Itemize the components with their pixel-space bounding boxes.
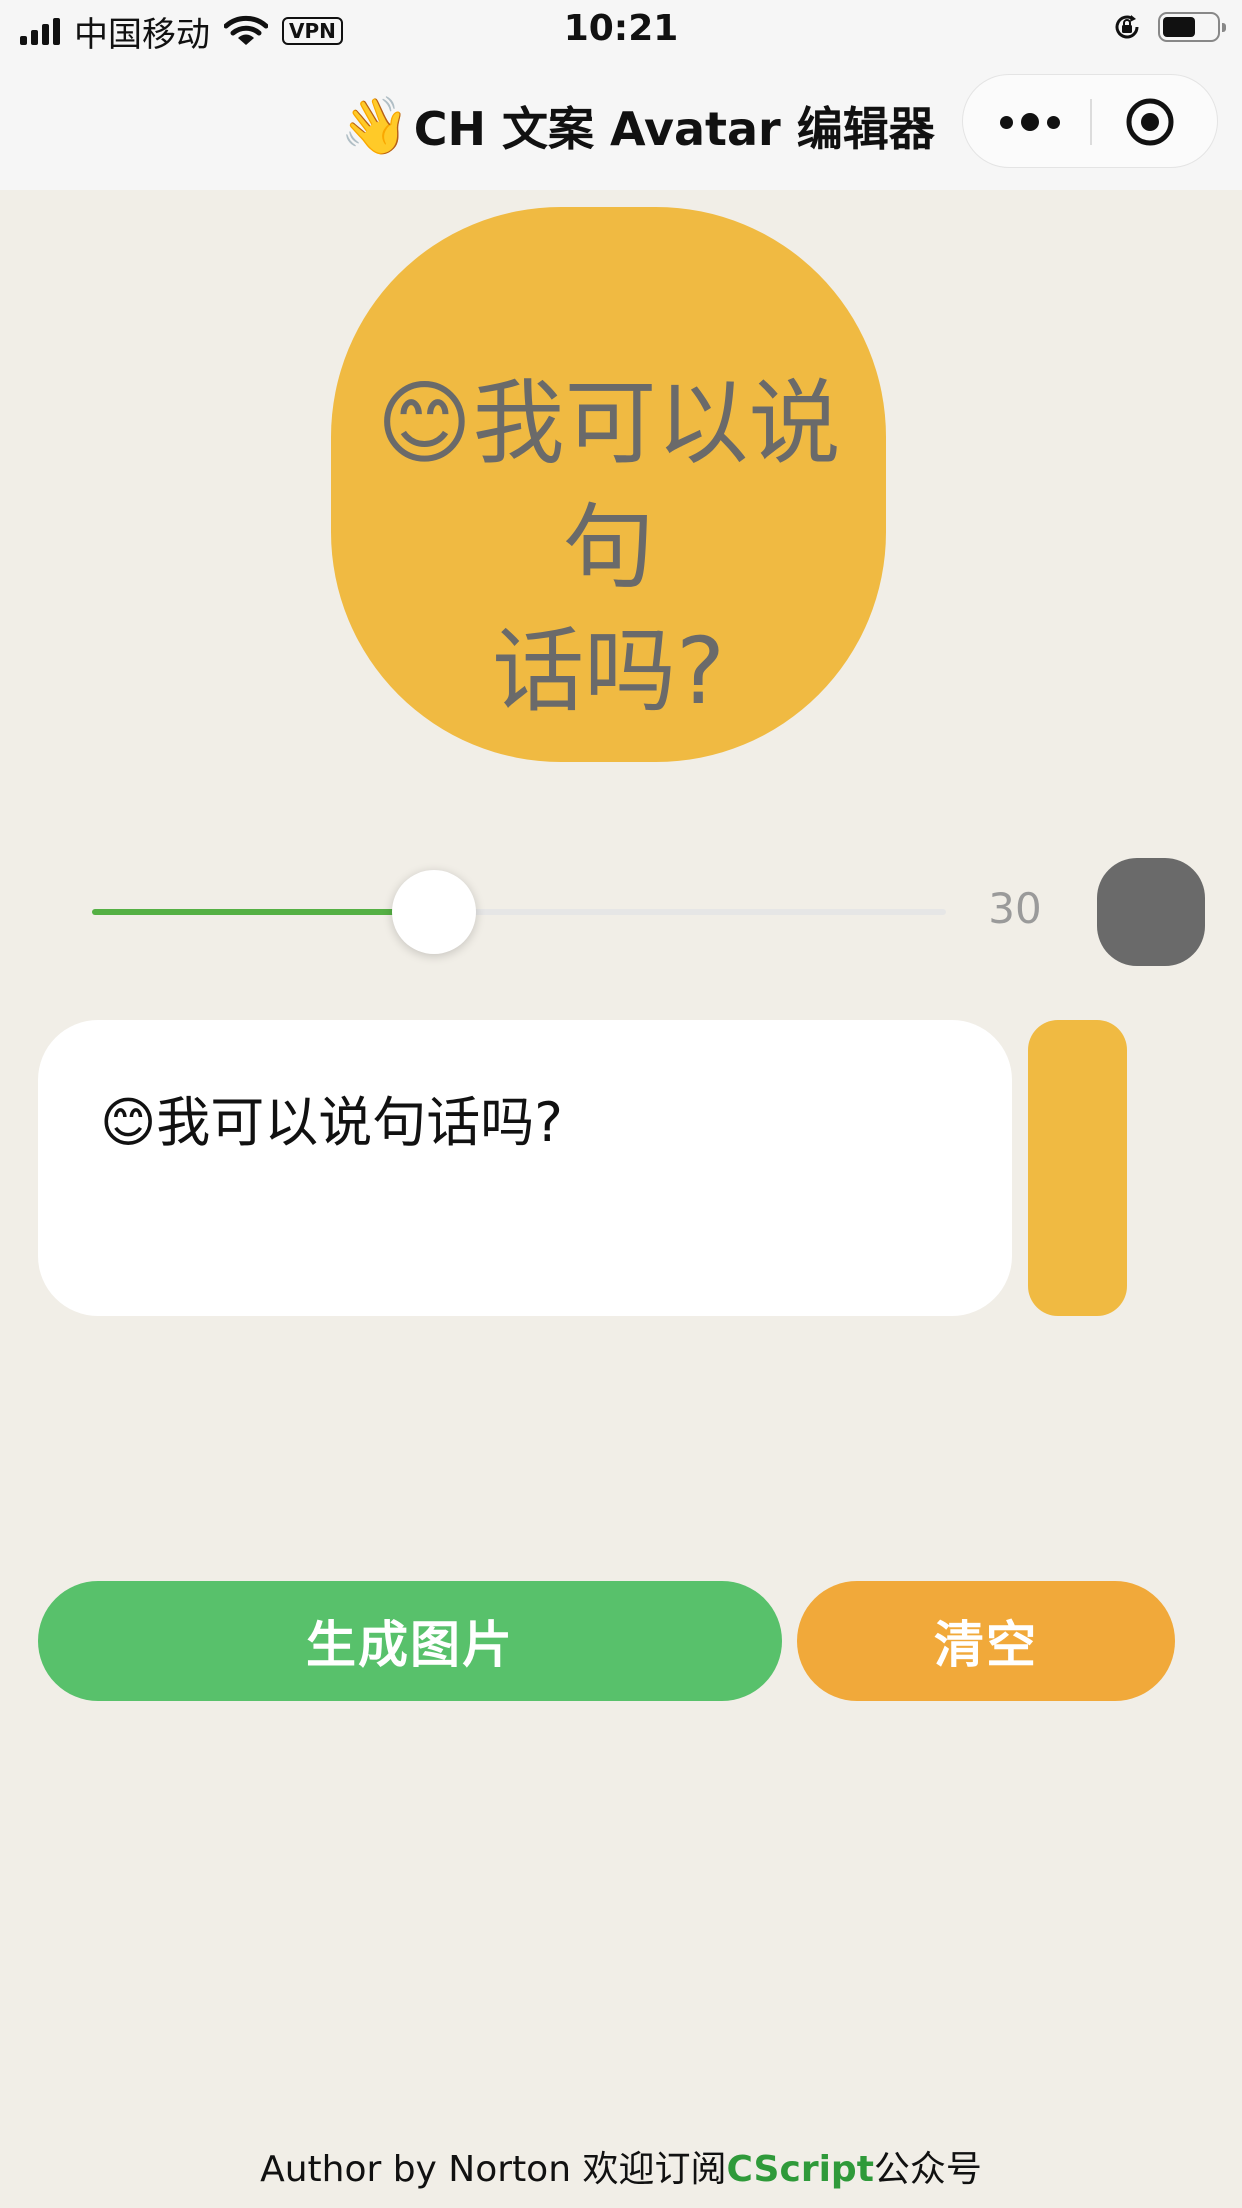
font-size-slider-fill (92, 909, 434, 915)
font-size-slider[interactable] (92, 909, 946, 915)
avatar-preview-text: 😊我可以说句 话吗? (331, 362, 886, 734)
battery-icon (1158, 12, 1226, 42)
rotation-lock-icon (1115, 15, 1139, 39)
footer-credit: Author by Norton 欢迎订阅CScript公众号 (0, 2140, 1242, 2192)
avatar-preview-line-2: 话吗? (492, 618, 725, 725)
waving-hand-icon: 👋 (340, 94, 410, 159)
status-right (1112, 12, 1226, 42)
page-title-text: CH 文案 Avatar 编辑器 (413, 102, 935, 156)
clear-button[interactable]: 清空 (797, 1581, 1175, 1701)
target-icon[interactable] (1125, 97, 1175, 147)
text-input[interactable]: 😊我可以说句话吗? (38, 1020, 1012, 1316)
status-time: 10:21 (563, 8, 679, 49)
capsule-divider (1090, 99, 1092, 145)
more-icon[interactable] (995, 75, 1065, 169)
font-size-value: 30 (988, 884, 1042, 933)
avatar-preview-line-1: 😊我可以说句 (376, 370, 841, 601)
nav-bar: 👋 CH 文案 Avatar 编辑器 (0, 62, 1242, 190)
font-size-slider-thumb[interactable] (391, 870, 476, 954)
avatar-preview: 😊我可以说句 话吗? (331, 207, 886, 762)
footer-suffix: 公众号 (873, 2149, 982, 2190)
background-color-picker[interactable] (1028, 1020, 1127, 1316)
text-color-picker[interactable] (1097, 858, 1205, 966)
footer-accent-link[interactable]: CScript (726, 2149, 873, 2190)
footer-prefix: Author by Norton 欢迎订阅 (260, 2149, 727, 2190)
generate-image-button[interactable]: 生成图片 (38, 1581, 782, 1701)
page-title: 👋 CH 文案 Avatar 编辑器 (340, 90, 935, 162)
status-bar: 中国移动 VPN 10:21 (0, 0, 1242, 62)
mini-program-capsule (962, 74, 1218, 168)
